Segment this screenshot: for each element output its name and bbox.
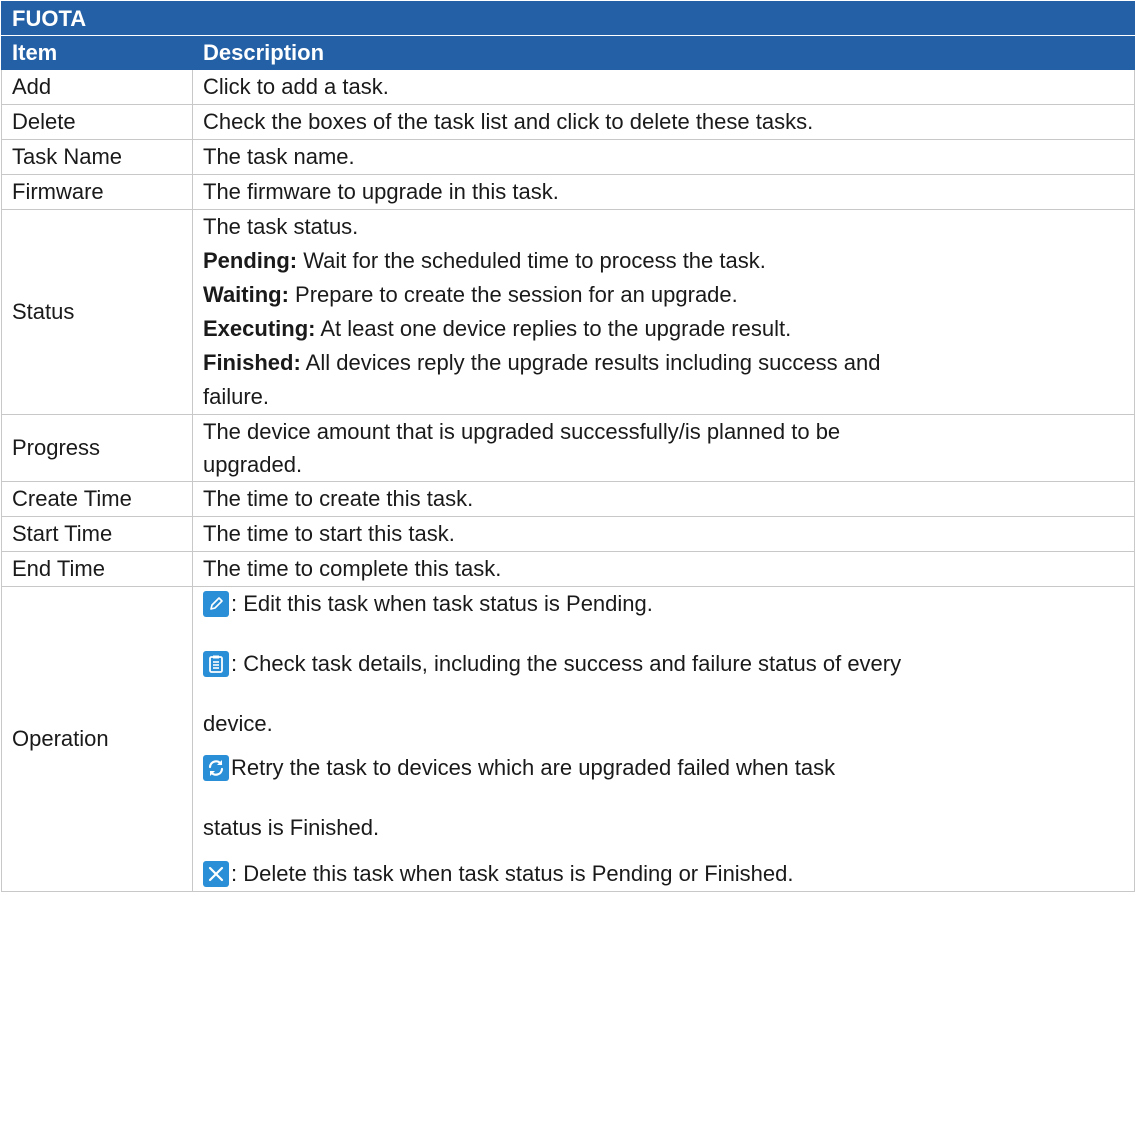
description-cell: : Edit this task when task status is Pen… [191,586,1136,892]
status-waiting-text: Prepare to create the session for an upg… [288,282,738,307]
item-cell: Start Time [1,516,193,552]
operation-delete-text: : Delete this task when task status is P… [231,861,794,886]
description-cell: The task name. [191,139,1136,175]
operation-edit-line: : Edit this task when task status is Pen… [203,587,1124,621]
table-row-task-name: Task Name The task name. [1,139,1136,175]
description-cell: The time to create this task. [191,481,1136,517]
item-cell: Add [1,69,193,105]
table-row-operation: Operation : Edit this task when task sta… [1,586,1136,892]
operation-retry-continued: status is Finished. [203,815,380,840]
operation-details-text: : Check task details, including the succ… [231,651,902,676]
table-row-end-time: End Time The time to complete this task. [1,551,1136,587]
status-waiting-label: Waiting: [203,282,289,307]
progress-desc-line-1: The device amount that is upgraded succe… [203,419,841,444]
table-row-progress: Progress The device amount that is upgra… [1,414,1136,482]
status-pending-text: Wait for the scheduled time to process t… [297,248,766,273]
status-finished-label: Finished: [203,350,301,375]
operation-details-line: : Check task details, including the succ… [203,647,1124,681]
progress-desc-line-2: upgraded. [203,452,303,477]
description-cell: The device amount that is upgraded succe… [191,414,1136,482]
item-cell: Create Time [1,481,193,517]
description-cell: Click to add a task. [191,69,1136,105]
operation-delete-line: : Delete this task when task status is P… [203,857,1124,891]
operation-edit-text: : Edit this task when task status is Pen… [231,591,653,616]
operation-retry-text: Retry the task to devices which are upgr… [231,755,836,780]
description-cell: The time to complete this task. [191,551,1136,587]
table-row-add: Add Click to add a task. [1,69,1136,105]
item-cell: Status [1,209,193,415]
table-header-row: Item Description [1,35,1136,70]
status-finished-text: All devices reply the upgrade results in… [300,350,881,375]
refresh-icon [203,755,229,781]
status-pending-line: Pending: Wait for the scheduled time to … [203,244,1124,278]
clipboard-icon [203,651,229,677]
item-cell: Operation [1,586,193,892]
description-cell: The firmware to upgrade in this task. [191,174,1136,210]
table-title: FUOTA [0,1,1136,36]
item-cell: End Time [1,551,193,587]
close-icon [203,861,229,887]
table-row-start-time: Start Time The time to start this task. [1,516,1136,552]
description-cell: The task status. Pending: Wait for the s… [191,209,1136,415]
table-row-status: Status The task status. Pending: Wait fo… [1,209,1136,415]
table-row-create-time: Create Time The time to create this task… [1,481,1136,517]
fuota-table: FUOTA Item Description Add Click to add … [0,1,1136,892]
status-executing-label: Executing: [203,316,316,341]
table-title-row: FUOTA [0,1,1136,36]
header-item: Item [1,35,193,70]
status-executing-text: At least one device replies to the upgra… [315,316,792,341]
header-description: Description [191,35,1136,70]
table-row-firmware: Firmware The firmware to upgrade in this… [1,174,1136,210]
status-pending-label: Pending: [203,248,298,273]
description-cell: Check the boxes of the task list and cli… [191,104,1136,140]
pencil-icon [203,591,229,617]
status-finished-line: Finished: All devices reply the upgrade … [203,346,1124,380]
operation-retry-line: Retry the task to devices which are upgr… [203,751,1124,785]
status-intro: The task status. [203,214,359,239]
description-cell: The time to start this task. [191,516,1136,552]
status-waiting-line: Waiting: Prepare to create the session f… [203,278,1124,312]
status-executing-line: Executing: At least one device replies t… [203,312,1124,346]
item-cell: Delete [1,104,193,140]
item-cell: Task Name [1,139,193,175]
item-cell: Firmware [1,174,193,210]
table-row-delete: Delete Check the boxes of the task list … [1,104,1136,140]
operation-details-continued: device. [203,711,273,736]
status-finished-continued: failure. [203,384,270,409]
item-cell: Progress [1,414,193,482]
